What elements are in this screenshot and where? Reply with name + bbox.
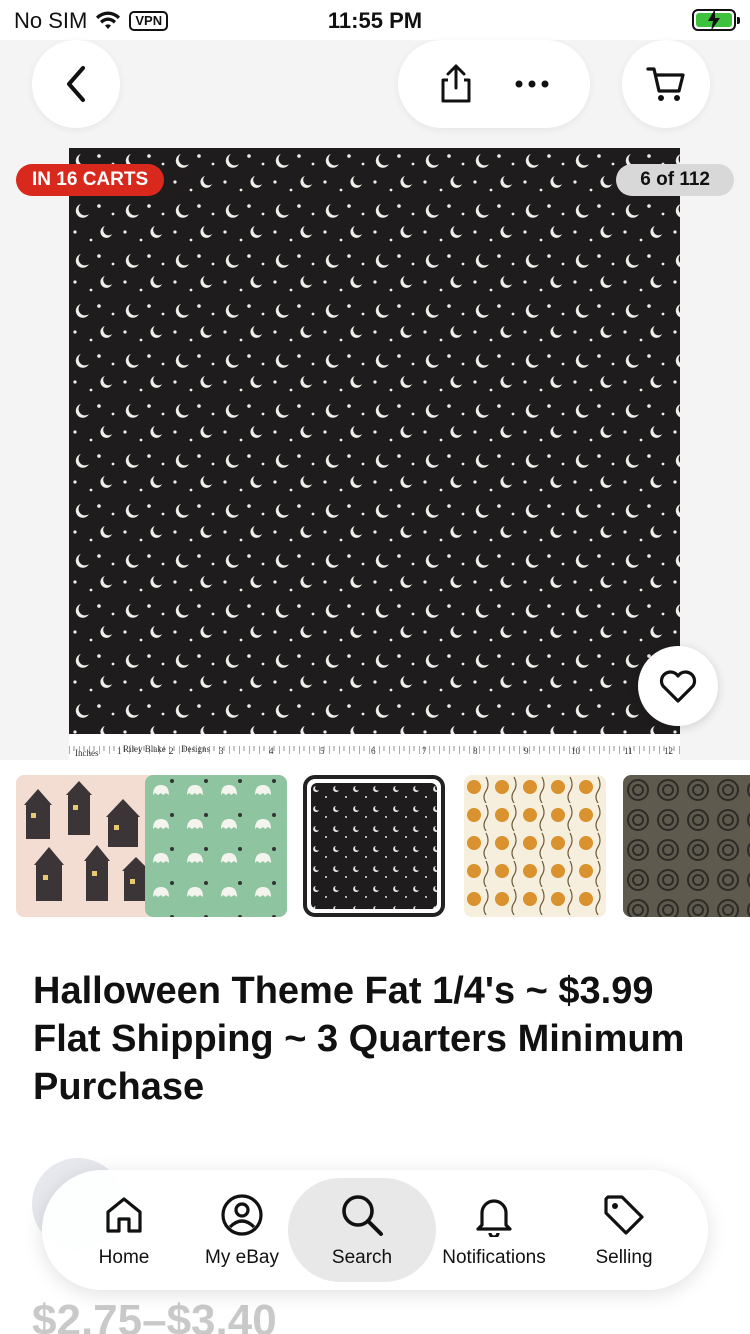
tab-search[interactable]: Search	[288, 1178, 436, 1282]
ruler-label: 12	[664, 746, 673, 756]
ruler-label: 4	[269, 746, 274, 756]
tab-my-ebay[interactable]: My eBay	[200, 1170, 284, 1290]
ruler-label: 7	[422, 746, 427, 756]
ruler-label: Riley Blake	[123, 744, 166, 754]
ruler-label: Designs	[181, 744, 210, 754]
tab-my-ebay-label: My eBay	[205, 1247, 279, 1268]
user-icon	[221, 1194, 263, 1236]
ruler-label: 1	[117, 746, 122, 756]
ruler-label: 6	[371, 746, 376, 756]
tab-notifications[interactable]: Notifications	[438, 1170, 550, 1290]
share-button[interactable]	[439, 64, 473, 104]
thumbnail-moons-image	[311, 783, 437, 909]
tag-icon	[604, 1195, 644, 1235]
back-button[interactable]	[32, 40, 120, 128]
more-button[interactable]	[514, 79, 550, 89]
image-counter-badge: 6 of 112	[616, 164, 734, 196]
cart-button[interactable]	[622, 40, 710, 128]
tab-selling[interactable]: Selling	[584, 1170, 664, 1290]
ruler-label: 2	[169, 746, 174, 756]
battery-icon	[692, 9, 740, 31]
chevron-left-icon	[67, 66, 85, 102]
product-title: Halloween Theme Fat 1/4's ~ $3.99 Flat S…	[33, 970, 685, 1108]
thumbnail-strip[interactable]	[0, 775, 750, 920]
thumbnail-moons-selected[interactable]	[303, 775, 445, 917]
top-nav	[0, 40, 750, 148]
tab-home[interactable]: Home	[82, 1170, 166, 1290]
thumbnail-spirals[interactable]	[623, 775, 750, 917]
ruler-label: 10	[571, 746, 581, 756]
tab-home-label: Home	[98, 1247, 150, 1268]
thumbnail-houses[interactable]	[16, 775, 158, 917]
product-image-gallery[interactable]: Inches 1 Riley Blake 2 Designs 3 4 5 6 7…	[0, 148, 750, 760]
thumbnail-pumpkins[interactable]	[464, 775, 606, 917]
more-icon	[515, 80, 548, 88]
bell-icon	[476, 1199, 512, 1237]
share-icon	[441, 64, 470, 103]
tab-search-label: Search	[331, 1247, 393, 1268]
ruler-label: 9	[524, 746, 529, 756]
ruler-label: 8	[473, 746, 478, 756]
ruler-label: 11	[624, 746, 633, 756]
tab-notifications-label: Notifications	[442, 1247, 546, 1268]
in-carts-badge: IN 16 CARTS	[16, 164, 165, 196]
cart-icon	[646, 67, 685, 101]
search-icon	[342, 1195, 383, 1236]
ruler-label: 5	[320, 746, 325, 756]
ruler-label: Inches	[75, 748, 99, 758]
ruler-label: 3	[219, 746, 224, 756]
status-bar: No SIM VPN 11:55 PM	[0, 0, 750, 40]
share-more-group	[398, 40, 590, 128]
watch-button[interactable]	[638, 646, 718, 726]
thumbnail-ghosts[interactable]	[145, 775, 287, 917]
tab-selling-label: Selling	[595, 1247, 653, 1268]
heart-icon	[659, 670, 697, 703]
price-range: $2.75–$3.40	[32, 1296, 277, 1334]
status-time: 11:55 PM	[327, 8, 423, 33]
product-main-image[interactable]: Inches 1 Riley Blake 2 Designs 3 4 5 6 7…	[69, 148, 680, 760]
bottom-tab-bar: Home My eBay Search Notifications Sellin…	[42, 1170, 708, 1290]
home-icon	[106, 1197, 142, 1233]
